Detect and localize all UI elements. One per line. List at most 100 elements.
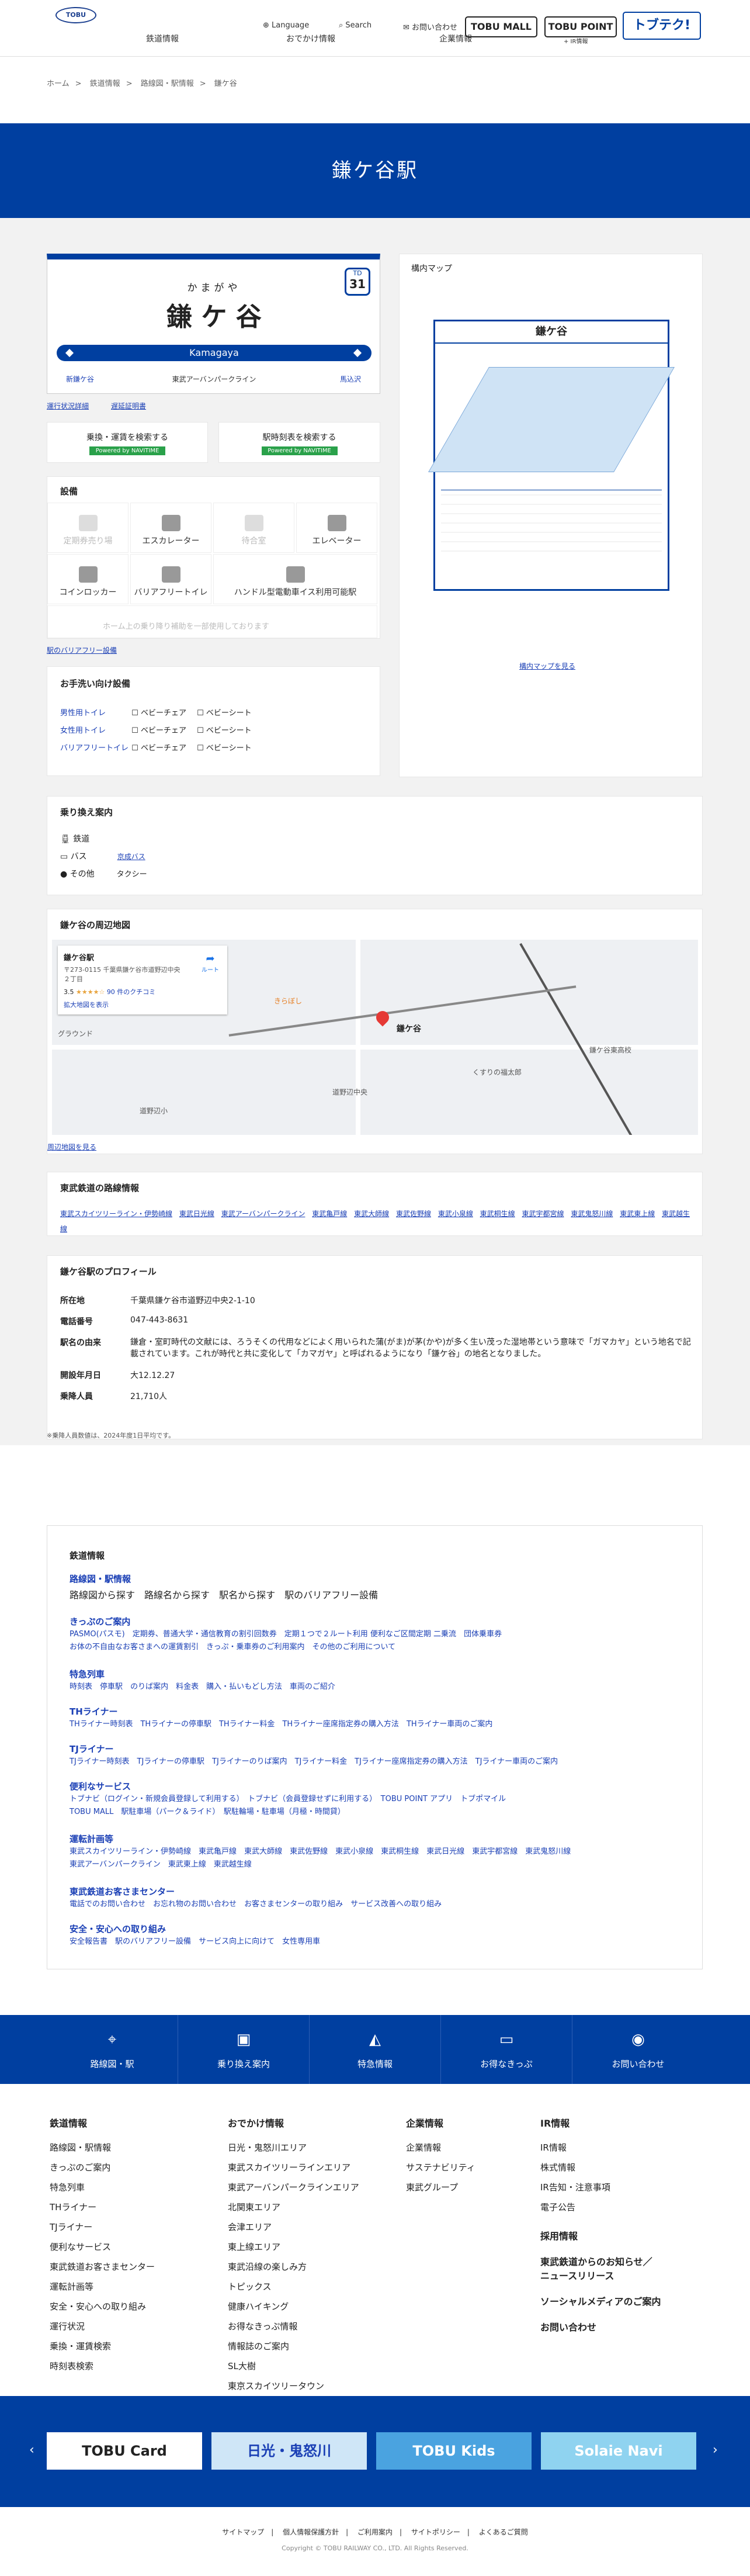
station-number-badge: TD 31 [345, 268, 370, 296]
line-link[interactable]: 東武亀戸線 [312, 1210, 347, 1218]
toilet-row: バリアフリートイレ ☐ ベビーチェア ☐ ベビーシート [60, 744, 252, 753]
breadcrumb-sep: > [75, 79, 82, 88]
barrier-free-link[interactable]: 駅のバリアフリー設備 [47, 645, 117, 655]
globe-icon: ⊕ [263, 21, 272, 30]
tobu-mall-button[interactable]: TOBU MALL [465, 16, 537, 37]
quick-nav-transfer[interactable]: ▣ 乗り換え案内 [178, 2015, 310, 2084]
facility-waiting-room: 待合室 [213, 503, 294, 553]
station-map-link[interactable]: 構内マップを見る [519, 661, 575, 671]
timetable-search-box[interactable]: 駅時刻表を検索する Powered by NAVITIME [218, 422, 380, 463]
footer-link[interactable]: サイトポリシー [411, 2528, 460, 2536]
tobuteku-button[interactable]: トブテク! [623, 12, 701, 40]
line-link[interactable]: 東武日光線 [179, 1210, 214, 1218]
facility-elevator: エレベーター [296, 503, 377, 553]
escalator-icon [161, 515, 180, 531]
profile-title: 鎌ケ谷駅のプロフィール [60, 1266, 157, 1277]
nav-railway[interactable]: 鉄道情報 [146, 33, 179, 44]
line-link[interactable]: 東武宇都宮線 [522, 1210, 564, 1218]
quick-nav-limited-express[interactable]: ◭ 特急情報 [310, 2015, 441, 2084]
banner-tobu-kids[interactable]: TOBU Kids [376, 2432, 532, 2470]
site-header: TOBU 鉄道情報 おでかけ情報 企業情報 ⊕ Language ⌕ Searc… [0, 0, 750, 57]
next-station-link[interactable]: 馬込沢 [340, 374, 361, 384]
locker-icon [78, 566, 98, 583]
transfer-panel: 乗り換え案内 🚆︎ 鉄道 ▭ バス 京成バス ● その他 タクシー [47, 796, 703, 895]
station-map-image[interactable]: 鎌ケ谷 [428, 320, 675, 591]
route-button[interactable]: ➦ ルート [202, 953, 219, 974]
footer-col-railway: 鉄道情報 路線図・駅情報 きっぷのご案内 特急列車 THライナー TJライナー … [50, 2118, 155, 2371]
bus-link[interactable]: 京成バス [117, 853, 145, 861]
line-link[interactable]: 東武鬼怒川線 [571, 1210, 613, 1218]
map-label: くすりの福太郎 [473, 1068, 522, 1076]
footer-link[interactable]: サイトマップ [222, 2528, 264, 2536]
sitemap-group: 特急列車 時刻表 停車駅 のりば案内 料金表 購入・払いもどし方法 車両のご紹介 [70, 1669, 335, 1691]
profile-panel: 鎌ケ谷駅のプロフィール 所在地 千葉県鎌ケ谷市道野辺中央2-1-10 電話番号 04… [47, 1255, 703, 1439]
google-map[interactable]: 鎌ケ谷 道野辺中央 きらぼし くすりの福太郎 鎌ケ谷東高校 道野辺小 グラウンド… [52, 940, 698, 1135]
station-name: 鎌 ケ 谷 [166, 302, 262, 332]
lines-panel: 東武鉄道の路線情報 東武スカイツリーライン・伊勢崎線 東武日光線 東武アーバンパ… [47, 1172, 703, 1236]
quick-nav-contact[interactable]: ◉ お問い合わせ [572, 2015, 704, 2084]
sitemap-group: 安全・安心への取り組み 安全報告書 駅のバリアフリー設備 サービス向上に向けて 女… [70, 1924, 321, 1946]
transfer-bus: ▭ バス 京成バス [60, 852, 145, 861]
banner-tobu-card[interactable]: TOBU Card [47, 2432, 202, 2470]
station-sign: かまがや 鎌 ケ 谷 TD 31 Kamagaya 新鎌ケ谷 東武アーバンパークラ… [47, 254, 380, 394]
map-label: 道野辺小 [140, 1107, 168, 1115]
facility-barrier-free-toilet: バリアフリートイレ [130, 554, 211, 604]
facilities-title: 設備 [60, 486, 78, 497]
banner-nikko[interactable]: 日光・鬼怒川 [211, 2432, 367, 2470]
carousel-next-icon[interactable]: › [713, 2443, 718, 2457]
quick-nav-tickets[interactable]: ▭ お得なきっぷ [441, 2015, 572, 2084]
fare-search-box[interactable]: 乗換・運賃を検索する Powered by NAVITIME [47, 422, 208, 463]
person-icon: ◉ [631, 2031, 645, 2048]
area-map-link[interactable]: 周辺地図を見る [47, 1142, 96, 1152]
line-link[interactable]: 東武アーバンパークライン [221, 1210, 305, 1218]
accessible-toilet-icon [161, 566, 180, 583]
tobu-point-button[interactable]: TOBU POINT [544, 16, 617, 37]
map-label: 道野辺中央 [332, 1088, 368, 1096]
carousel-prev-icon[interactable]: ‹ [29, 2443, 34, 2457]
transfer-rail: 🚆︎ 鉄道 [60, 835, 90, 844]
contact-link[interactable]: ✉ お問い合わせ [403, 21, 457, 32]
profile-table: 所在地 千葉県鎌ケ谷市道野辺中央2-1-10 電話番号 047-443-8631 駅… [60, 1296, 691, 1401]
footer-link[interactable]: よくあるご質問 [479, 2528, 528, 2536]
service-status-link[interactable]: 運行状況詳細 [47, 401, 89, 411]
search-link[interactable]: ⌕ Search [339, 21, 371, 30]
breadcrumb-stations[interactable]: 路線図・駅情報 [141, 79, 194, 88]
line-link[interactable]: 東武スカイツリーライン・伊勢崎線 [60, 1210, 172, 1218]
line-link[interactable]: 東武小泉線 [438, 1210, 473, 1218]
footer-link[interactable]: 個人情報保護方針 [283, 2528, 339, 2536]
toilet-title: お手洗い向け設備 [60, 678, 131, 689]
station-map-panel: 構内マップ 鎌ケ谷 構内マップを見る [399, 254, 703, 777]
line-link[interactable]: 東武桐生線 [480, 1210, 515, 1218]
enlarge-map-link[interactable]: 拡大地図を表示 [64, 1000, 221, 1009]
reviews-link[interactable]: 90 件のクチコミ [107, 988, 156, 996]
ticket-icon [78, 515, 98, 531]
mail-icon: ✉ [403, 23, 412, 32]
navitime-badge: Powered by NAVITIME [261, 446, 338, 455]
line-link[interactable]: 東武東上線 [620, 1210, 655, 1218]
banner-solaie[interactable]: Solaie Navi [541, 2432, 696, 2470]
tobu-point-sub: + IR情報 [564, 39, 588, 45]
line-link[interactable]: 東武大師線 [354, 1210, 389, 1218]
checkbox-icon: ☐ [131, 709, 138, 718]
sitemap-group: 路線図・駅情報 路線図から探す 路線名から探す 駅名から探す 駅のバリアフリー設備 [70, 1574, 379, 1601]
tobu-logo[interactable]: TOBU [55, 7, 96, 23]
facility-coin-locker: コインロッカー [47, 554, 129, 604]
area-map-title: 鎌ケ谷の周辺地図 [60, 920, 131, 930]
facility-ticket-office: 定期券売り場 [47, 503, 129, 553]
breadcrumb-home[interactable]: ホーム [47, 79, 70, 88]
map-label: 鎌ケ谷東高校 [589, 1046, 632, 1054]
breadcrumb-railway[interactable]: 鉄道情報 [90, 79, 120, 88]
language-selector[interactable]: ⊕ Language [263, 21, 309, 30]
quick-nav-stations[interactable]: ⌖ 路線図・駅 [47, 2015, 178, 2084]
sitemap-group: きっぷのご案内 PASMO(パスモ) 定期券、普通大学・通信教育の割引回数券 定期… [70, 1616, 502, 1651]
checkbox-icon: ☐ [197, 744, 204, 753]
sitemap-group: 便利なサービス トブナビ（ログイン・新規会員登録して利用する） トブナビ（会員登録… [70, 1781, 506, 1816]
delay-certificate-link[interactable]: 遅延証明書 [111, 401, 146, 411]
footer-link[interactable]: ご利用案内 [357, 2528, 393, 2536]
line-link[interactable]: 東武佐野線 [396, 1210, 431, 1218]
sitemap-title: 鉄道情報 [70, 1550, 105, 1561]
footer-col-corporate: 企業情報 企業情報 サステナビリティ 東武グループ [406, 2118, 475, 2193]
checkbox-icon: ☐ [131, 744, 138, 753]
ticket-icon: ▭ [499, 2031, 514, 2048]
nav-outing[interactable]: おでかけ情報 [286, 33, 335, 44]
